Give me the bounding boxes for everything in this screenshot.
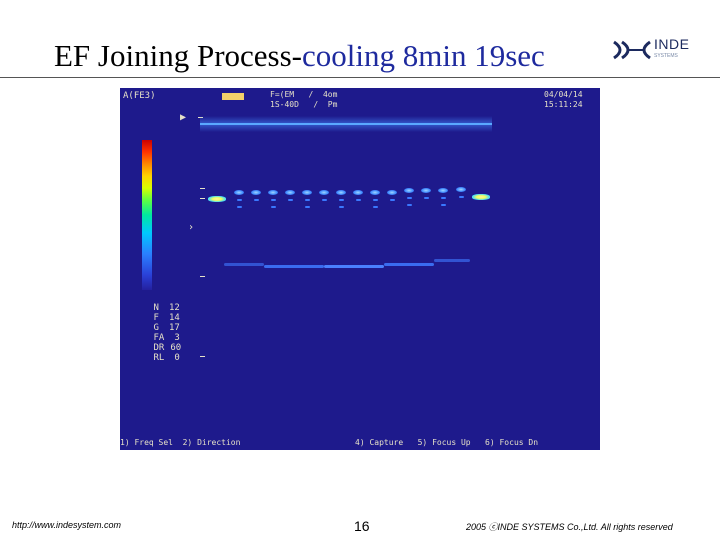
gate-marker-top-icon: ▶ [180,112,187,123]
echo-trail [441,197,446,199]
echo-trail [390,199,395,201]
echo-trail [237,206,242,208]
param-value: 0 [174,353,180,363]
screen-mode-label: A(FE3) [123,91,156,101]
echo-trail [407,204,412,206]
echo-trail [339,206,344,208]
screen-date: 04/04/14 [544,90,583,99]
echo-trail [305,206,310,208]
depth-tick [200,356,205,357]
echo-peak [234,190,244,195]
echo-trail [424,197,429,199]
softkey-bar-left[interactable]: 1) Freq Sel 2) Direction [120,438,240,447]
slide-title: EF Joining Process-cooling 8min 19sec [54,38,545,74]
depth-tick [200,188,205,189]
logo-wordmark: INDE [654,36,690,52]
echo-peak [404,188,414,193]
echo-peak [336,190,346,195]
screen-id-badge [222,93,244,100]
echo-peak [370,190,380,195]
echo-trail [288,199,293,201]
screen-time: 15:11:24 [544,100,583,109]
back-wall-segment [224,263,264,266]
echo-peak [285,190,295,195]
echo-trail [373,199,378,201]
echo-trail [237,199,242,201]
slide-title-main: EF Joining Process- [54,38,302,73]
echo-trail [459,196,464,198]
footer-copyright: 2005 ⓒINDE SYSTEMS Co.,Ltd. All rights r… [466,522,673,532]
screen-freq-line: F=(EM / 4om [270,90,338,99]
echo-peak [387,190,397,195]
echo-peak [319,190,329,195]
title-divider [0,77,720,78]
ultrasonic-screen: A(FE3) F=(EM / 4om 1S-40D / Pm 04/04/14 … [120,88,600,450]
logo-subtext: SYSTEMS [654,53,678,59]
echo-trail [356,199,361,201]
depth-tick [200,198,205,199]
front-wall-echo-line [200,123,492,125]
echo-peak [208,196,226,202]
softkey-bar-right[interactable]: 4) Capture 5) Focus Up 6) Focus Dn [355,438,538,447]
echo-trail [305,199,310,201]
footer-url[interactable]: http://www.indesystem.com [12,520,121,530]
echo-peak [302,190,312,195]
back-wall-segment [434,259,470,262]
echo-trail [339,199,344,201]
echo-peak [421,188,431,193]
back-wall-segment [324,265,384,268]
echo-peak [456,187,466,192]
slide-title-accent: cooling 8min 19sec [302,38,545,73]
echo-trail [254,199,259,201]
back-wall-segment [384,263,434,266]
echo-peak [472,194,490,200]
echo-peak [438,188,448,193]
depth-tick [200,276,205,277]
echo-trail [271,206,276,208]
echo-trail [407,197,412,199]
echo-trail [441,204,446,206]
echo-trail [322,199,327,201]
echo-peak [268,190,278,195]
color-scale-bar [142,140,152,290]
back-wall-segment [264,265,324,268]
echo-peak [251,190,261,195]
param-key: RL [153,353,165,363]
echo-trail [373,206,378,208]
gate-marker-mid-icon: › [188,222,195,233]
screen-angle-line: 1S-40D / Pm [270,100,338,109]
echo-trail [271,199,276,201]
page-number: 16 [354,518,370,534]
echo-peak [353,190,363,195]
